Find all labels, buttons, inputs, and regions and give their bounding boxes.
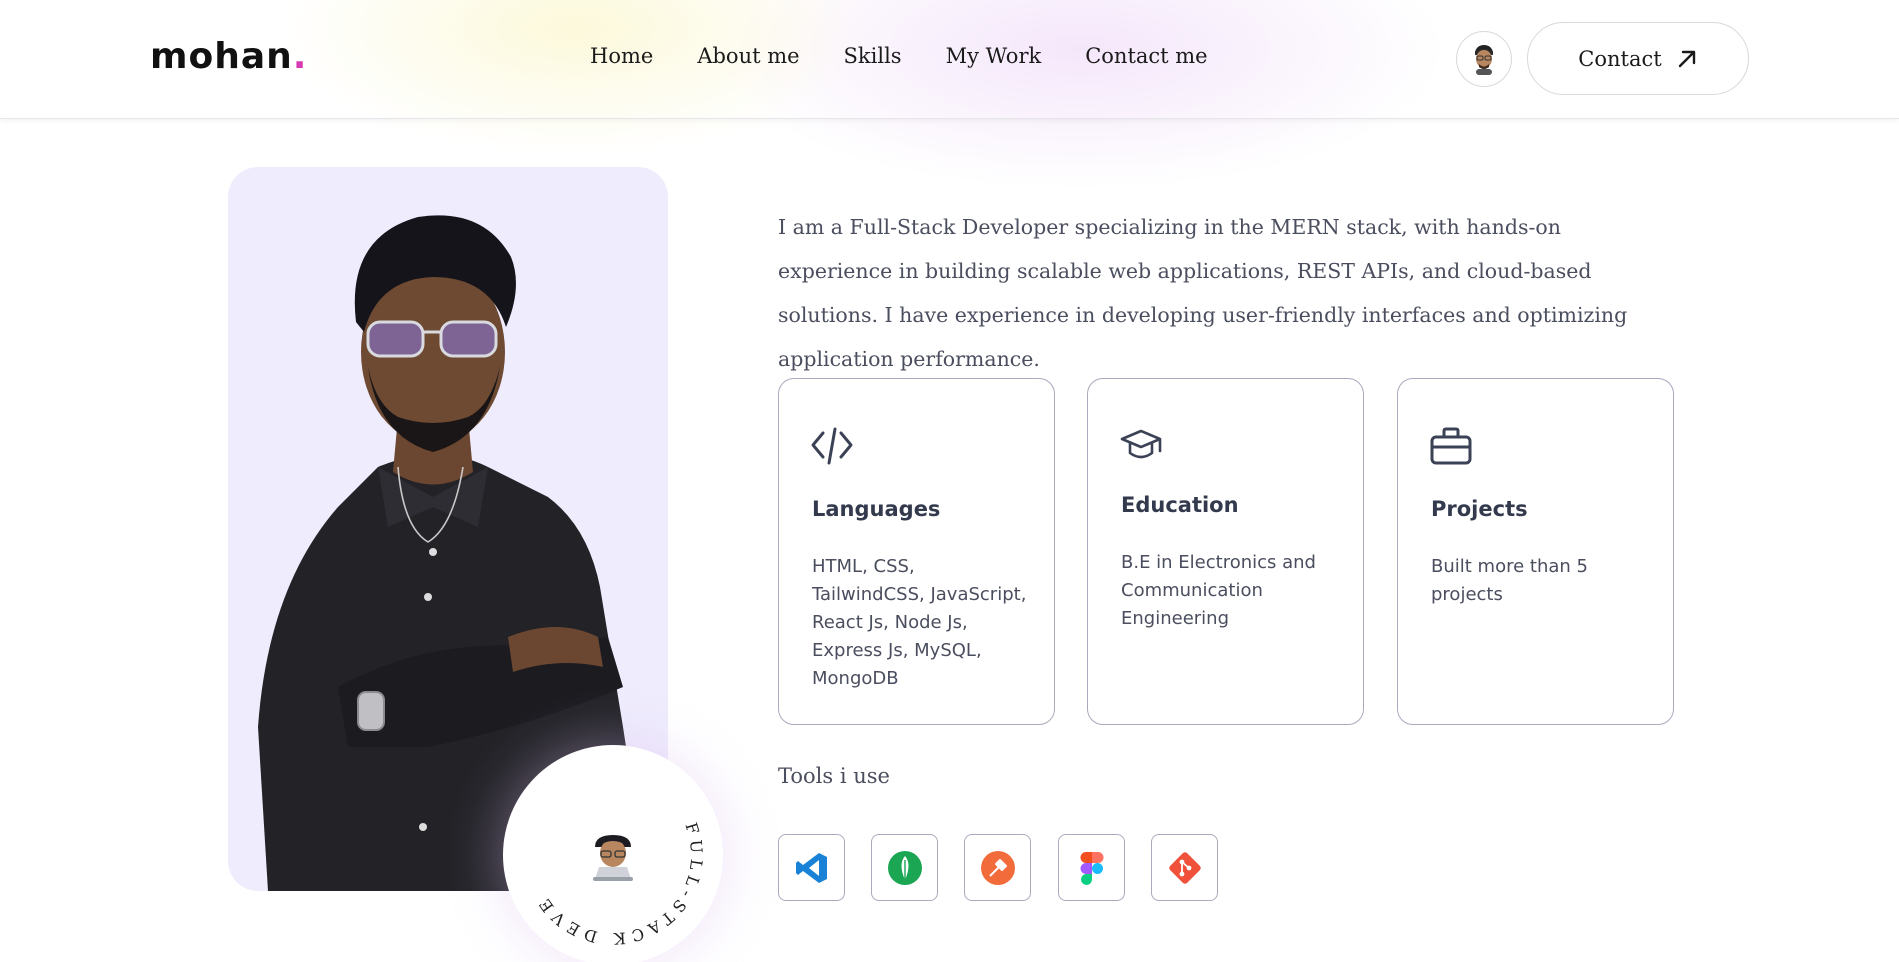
about-description: I am a Full-Stack Developer specializing… xyxy=(778,215,1628,371)
figma-icon xyxy=(1080,851,1103,885)
nav-contact[interactable]: Contact me xyxy=(1085,44,1207,68)
tools-label: Tools i use xyxy=(778,764,890,788)
tool-mongodb[interactable] xyxy=(871,834,938,901)
postman-icon xyxy=(980,850,1015,885)
education-card: Education B.E in Electronics and Communi… xyxy=(1087,378,1364,725)
navbar: mohan. Home About me Skills My Work Cont… xyxy=(0,0,1899,119)
contact-button[interactable]: Contact xyxy=(1527,22,1749,95)
arrow-up-right-icon xyxy=(1678,50,1695,67)
tool-git[interactable] xyxy=(1151,834,1218,901)
role-badge: FULL-STACK DEVELOPER xyxy=(447,701,740,962)
nav-my-work[interactable]: My Work xyxy=(946,44,1042,68)
git-icon xyxy=(1168,851,1201,884)
graduation-cap-icon xyxy=(1120,429,1162,459)
tool-vscode[interactable] xyxy=(778,834,845,901)
tool-figma[interactable] xyxy=(1058,834,1125,901)
nav-home[interactable]: Home xyxy=(590,44,653,68)
education-title: Education xyxy=(1121,493,1239,517)
languages-title: Languages xyxy=(812,497,941,521)
contact-button-label: Contact xyxy=(1578,46,1662,71)
education-body: B.E in Electronics and Communication Eng… xyxy=(1121,552,1316,629)
vscode-icon xyxy=(795,852,827,883)
avatar-icon xyxy=(1475,45,1493,75)
briefcase-icon xyxy=(1430,427,1472,465)
role-badge-graphic: FULL-STACK DEVELOPER xyxy=(447,701,739,962)
logo[interactable]: mohan. xyxy=(150,36,307,77)
code-icon xyxy=(811,427,853,465)
languages-card: Languages HTML, CSS, TailwindCSS, JavaSc… xyxy=(778,378,1055,725)
projects-card: Projects Built more than 5 projects xyxy=(1397,378,1674,725)
projects-title: Projects xyxy=(1431,497,1528,521)
avatar-button[interactable] xyxy=(1456,31,1512,87)
mongodb-icon xyxy=(887,850,922,885)
languages-body: HTML, CSS, TailwindCSS, JavaScript, Reac… xyxy=(812,556,1027,689)
developer-avatar-icon xyxy=(593,835,633,881)
projects-body: Built more than 5 projects xyxy=(1431,556,1588,605)
nav-skills[interactable]: Skills xyxy=(844,44,902,68)
nav-about[interactable]: About me xyxy=(697,44,799,68)
nav-links: Home About me Skills My Work Contact me xyxy=(590,44,1208,68)
tool-postman[interactable] xyxy=(964,834,1031,901)
